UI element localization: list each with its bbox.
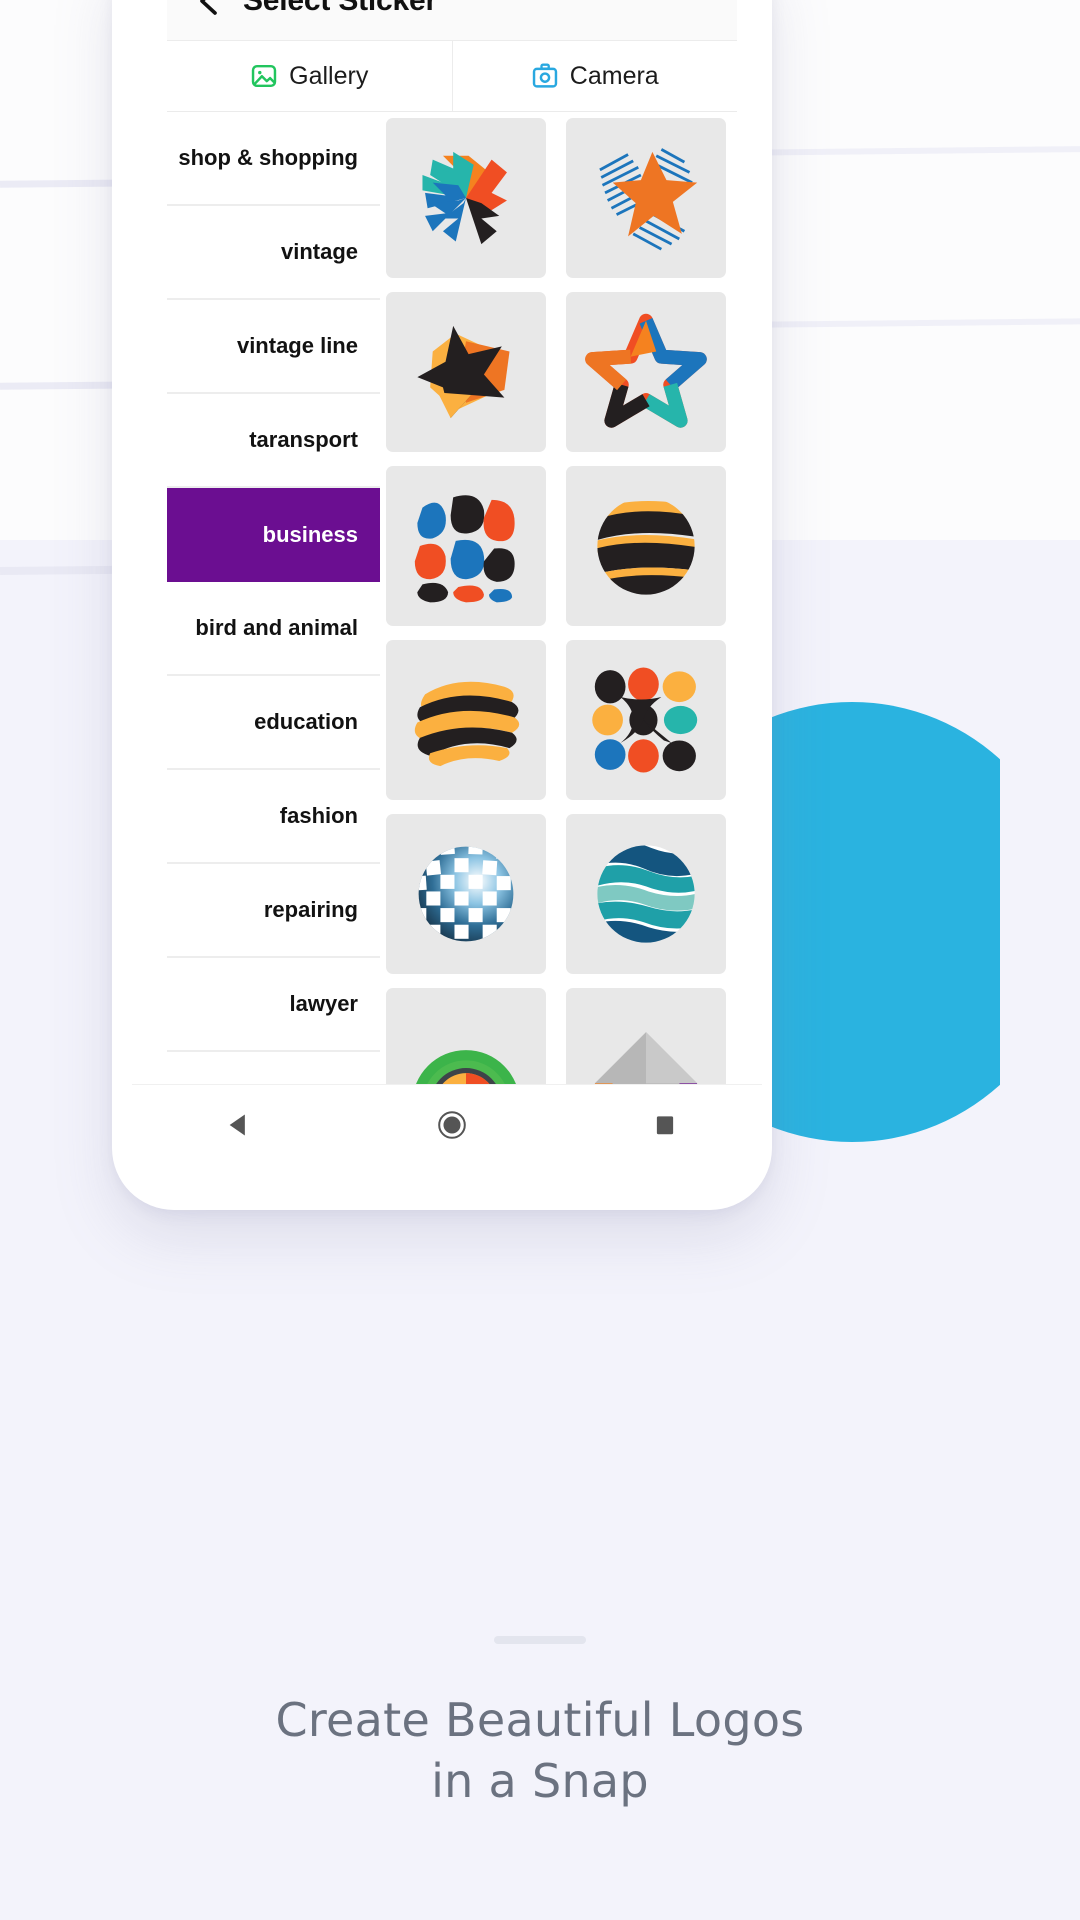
phone-screen: Select Sticker Gallery Camera shop & sho…	[122, 0, 762, 1170]
nav-recents-button[interactable]	[630, 1093, 700, 1163]
square-recents-icon	[652, 1112, 678, 1143]
category-label: business	[262, 522, 358, 547]
triangle-back-icon	[225, 1111, 253, 1144]
nav-back-button[interactable]	[204, 1093, 274, 1163]
category-label: taransport	[249, 427, 358, 452]
android-navigation-bar	[132, 1084, 762, 1170]
category-item-taransport[interactable]: taransport	[167, 394, 380, 488]
category-item-repairing[interactable]: repairing	[167, 864, 380, 958]
category-label: vintage line	[236, 333, 358, 358]
category-item-education[interactable]: education	[167, 676, 380, 770]
category-label: vintage	[280, 239, 358, 264]
category-item-vintage-line[interactable]: vintage line	[167, 300, 380, 394]
image-icon	[250, 62, 278, 90]
category-label: bird and animal	[195, 615, 358, 640]
category-label: lawyer	[289, 991, 359, 1016]
category-item-vintage[interactable]: vintage	[167, 206, 380, 300]
category-label: education	[254, 709, 358, 734]
tab-camera-label: Camera	[569, 61, 659, 90]
caption-block: Create Beautiful Logos in a Snap	[0, 1636, 1080, 1812]
category-item-lawyer[interactable]: lawyer	[167, 958, 380, 1052]
category-item-fashion[interactable]: fashion	[167, 770, 380, 864]
tab-camera[interactable]: Camera	[451, 41, 738, 111]
page-title: Select Sticker	[243, 0, 437, 17]
sticker-browser: shop & shopping vintage vintage line tar…	[167, 112, 737, 1170]
sticker-grid	[386, 118, 731, 1148]
circle-home-icon	[436, 1109, 468, 1146]
chevron-left-icon	[196, 0, 222, 16]
category-item-business[interactable]: business	[167, 488, 380, 582]
sticker-blob-square[interactable]	[386, 466, 546, 626]
phone-mockup: Select Sticker Gallery Camera shop & sho…	[112, 0, 772, 1210]
sticker-striped-star[interactable]	[565, 118, 726, 278]
sticker-striped-sphere[interactable]	[565, 466, 726, 626]
sticker-grid-scroll[interactable]	[380, 112, 737, 1170]
category-item-shop-shopping[interactable]: shop & shopping	[167, 112, 380, 206]
sticker-wave-circle[interactable]	[565, 814, 726, 974]
app-header: Select Sticker	[167, 0, 737, 40]
sticker-wavy-blob[interactable]	[386, 640, 546, 800]
sticker-pinwheel-arrows[interactable]	[386, 118, 546, 278]
tab-gallery-label: Gallery	[289, 61, 369, 90]
sticker-outline-star[interactable]	[565, 292, 726, 452]
caption-line-2: in a Snap	[431, 1754, 649, 1809]
decorative-circle-mask	[1000, 680, 1080, 1180]
nav-home-button[interactable]	[417, 1093, 487, 1163]
sticker-black-star-cube[interactable]	[386, 292, 546, 452]
back-button[interactable]	[187, 0, 231, 23]
category-label: shop & shopping	[178, 145, 358, 170]
category-label: fashion	[279, 803, 358, 828]
category-list[interactable]: shop & shopping vintage vintage line tar…	[167, 112, 380, 1170]
category-item-bird-and-animal[interactable]: bird and animal	[167, 582, 380, 676]
category-label: repairing	[263, 897, 358, 922]
camera-icon	[531, 62, 559, 90]
sticker-checker-globe[interactable]	[386, 814, 546, 974]
caption-divider	[494, 1636, 586, 1644]
caption-line-1: Create Beautiful Logos	[275, 1693, 805, 1747]
tab-gallery[interactable]: Gallery	[167, 41, 452, 111]
source-tabs: Gallery Camera	[167, 40, 737, 112]
sticker-petal-cluster[interactable]	[565, 640, 726, 800]
